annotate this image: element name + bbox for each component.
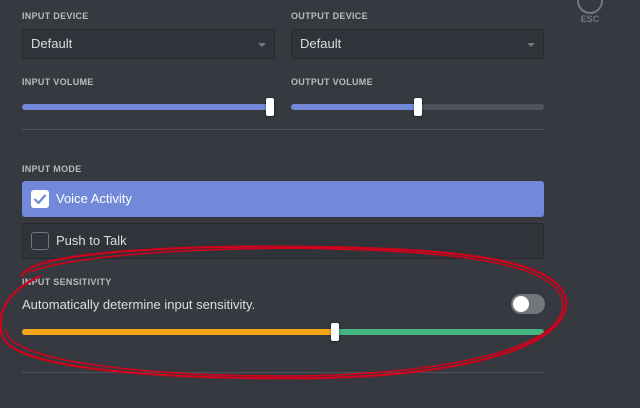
right-gutter (565, 0, 640, 408)
input-device-value: Default (31, 36, 73, 51)
sensitivity-slider[interactable] (22, 323, 544, 341)
sensitivity-fill (22, 329, 336, 335)
voice-settings-page: ESC INPUT DEVICE Default OUTPUT DEVICE D… (0, 0, 640, 408)
output-device-value: Default (300, 36, 342, 51)
auto-sensitivity-toggle[interactable] (511, 294, 545, 314)
output-volume-fill (291, 104, 418, 110)
voice-activity-label: Voice Activity (56, 191, 132, 206)
input-volume-fill (22, 104, 274, 110)
toggle-knob (513, 296, 529, 312)
input-volume-slider[interactable] (22, 98, 274, 116)
checkbox-unchecked[interactable] (31, 232, 49, 250)
auto-sensitivity-text: Automatically determine input sensitivit… (22, 297, 256, 312)
input-device-label: INPUT DEVICE (22, 11, 89, 21)
input-sensitivity-label: INPUT SENSITIVITY (22, 277, 112, 287)
input-mode-voice-activity[interactable]: Voice Activity (22, 181, 544, 217)
divider (22, 372, 544, 373)
input-mode-label: INPUT MODE (22, 164, 82, 174)
input-volume-label: INPUT VOLUME (22, 77, 94, 87)
output-volume-handle[interactable] (413, 98, 422, 116)
push-to-talk-label: Push to Talk (56, 233, 127, 248)
output-device-label: OUTPUT DEVICE (291, 11, 368, 21)
checkmark-icon (33, 194, 47, 205)
output-device-select[interactable]: Default (291, 29, 544, 59)
input-device-select[interactable]: Default (22, 29, 275, 59)
output-volume-label: OUTPUT VOLUME (291, 77, 373, 87)
esc-label: ESC (580, 14, 600, 24)
divider (22, 129, 544, 130)
sensitivity-handle[interactable] (331, 323, 340, 341)
output-volume-slider[interactable] (291, 98, 544, 116)
checkbox-checked[interactable] (31, 190, 49, 208)
chevron-down-icon (527, 43, 535, 47)
input-mode-push-to-talk[interactable]: Push to Talk (22, 223, 544, 259)
input-volume-handle[interactable] (266, 98, 274, 116)
chevron-down-icon (258, 43, 266, 47)
